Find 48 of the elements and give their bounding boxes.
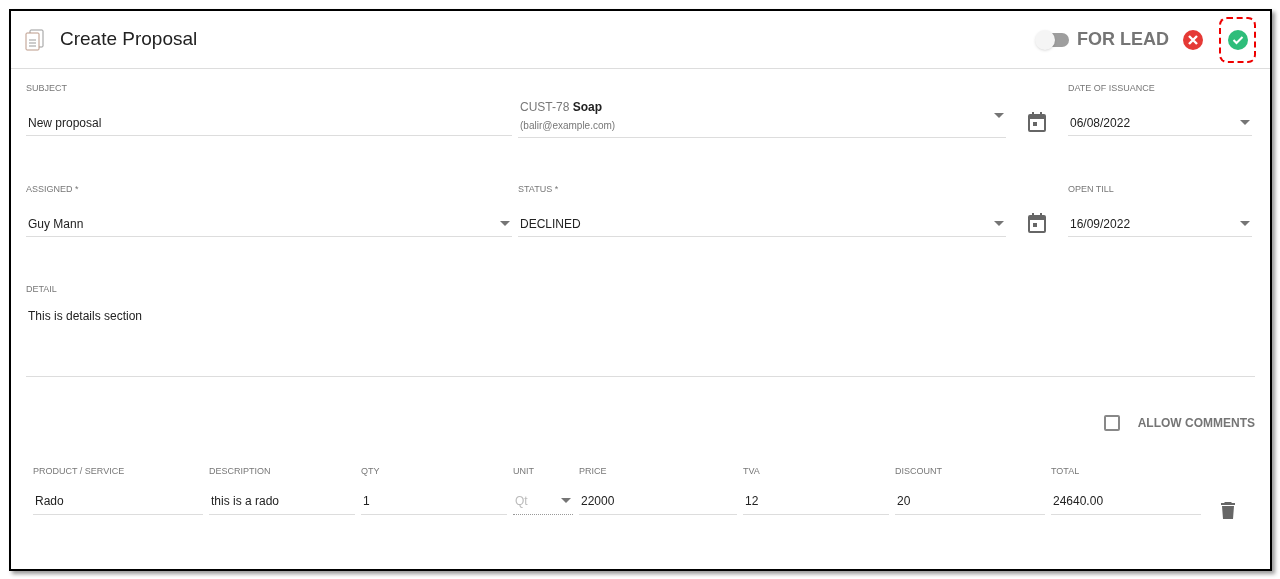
dropdown-caret-icon[interactable] (994, 221, 1004, 226)
field-label: DESCRIPTION (209, 465, 272, 477)
dropdown-caret-icon[interactable] (994, 113, 1004, 118)
dropdown-caret-icon[interactable] (1240, 221, 1250, 226)
table-input[interactable]: 20 (895, 487, 1045, 515)
field-label: QTY (361, 465, 381, 477)
field-label: OPEN TILL (1068, 183, 1115, 195)
input-field[interactable]: 16/09/2022 (1068, 211, 1252, 237)
check-icon (1227, 29, 1248, 50)
field-label: PRICE (579, 465, 608, 477)
field-label: UNIT (513, 465, 535, 477)
dialog-title: Create Proposal (60, 27, 198, 52)
dropdown-caret-icon[interactable] (500, 221, 510, 226)
input-field[interactable]: Guy Mann (26, 211, 512, 237)
toggle-switch[interactable] (1037, 32, 1069, 47)
field-label: TOTAL (1051, 465, 1081, 477)
save-button[interactable] (1219, 16, 1256, 63)
field-label: SUBJECT (26, 82, 68, 94)
checkbox[interactable] (1103, 415, 1120, 431)
calendar-icon[interactable] (1028, 112, 1046, 132)
trash-icon[interactable] (1221, 502, 1235, 519)
input-field[interactable]: DECLINED (518, 211, 1006, 237)
dropdown-caret-icon[interactable] (1240, 120, 1250, 125)
field-label: STATUS * (518, 183, 560, 195)
dropdown-caret-icon[interactable] (561, 498, 571, 503)
checkbox-label: ALLOW COMMENTS (1137, 415, 1255, 432)
input-field[interactable]: New proposal (26, 110, 512, 136)
field-label: DETAIL (26, 283, 58, 295)
table-input[interactable]: 12 (743, 487, 889, 515)
customer-select[interactable]: CUST-78 Soap (balir@example.com) (518, 94, 1006, 138)
close-icon[interactable] (1183, 29, 1203, 50)
customer-name: CUST-78 Soap (520, 99, 604, 116)
field-label: DISCOUNT (895, 465, 943, 477)
table-input[interactable]: 22000 (579, 487, 737, 515)
field-label: DATE OF ISSUANCE (1068, 82, 1156, 94)
table-input[interactable]: 1 (361, 487, 507, 515)
table-input[interactable]: this is a rado (209, 487, 355, 515)
field-label: TVA (743, 465, 761, 477)
toggle-label: FOR LEAD (1077, 28, 1169, 51)
calendar-icon[interactable] (1028, 213, 1046, 233)
input-field[interactable]: 06/08/2022 (1068, 110, 1252, 136)
table-input[interactable]: 24640.00 (1051, 487, 1201, 515)
documents-icon (25, 28, 45, 51)
table-input[interactable]: Rado (33, 487, 203, 515)
customer-email: (balir@example.com) (520, 119, 616, 133)
field-label: PRODUCT / SERVICE (33, 465, 126, 477)
field-label: ASSIGNED * (26, 183, 80, 195)
detail-textarea[interactable]: This is details section (26, 307, 1255, 367)
